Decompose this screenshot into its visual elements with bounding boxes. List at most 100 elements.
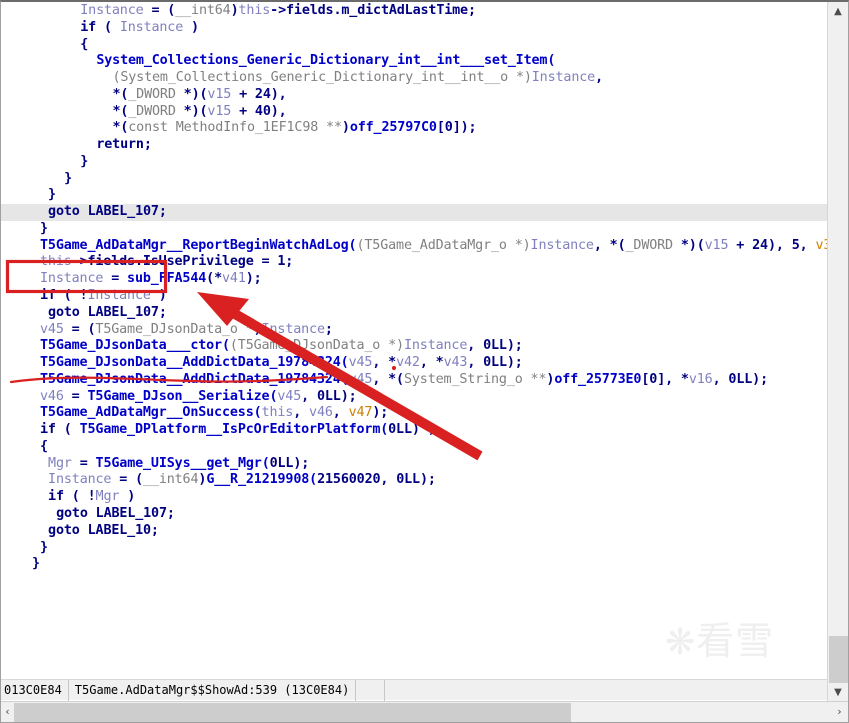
code-token: } — [48, 187, 56, 202]
code-line[interactable]: if ( T5Game_DPlatform__IsPcOrEditorPlatf… — [1, 422, 827, 439]
code-line[interactable]: v46 = T5Game_DJson__Serialize(v45, 0LL); — [1, 389, 827, 406]
code-token: } — [64, 171, 72, 186]
code-line[interactable]: if ( !Instance ) — [1, 288, 827, 305]
code-token: v46 — [309, 405, 333, 420]
code-line[interactable]: goto LABEL_107; — [1, 305, 827, 322]
code-token: ), — [768, 238, 792, 253]
code-token: v43 — [444, 355, 468, 370]
code-token: 0LL — [388, 422, 412, 437]
code-line[interactable]: *(_DWORD *)(v15 + 40), — [1, 104, 827, 121]
code-token: v47 — [349, 405, 373, 420]
code-line[interactable]: if ( Instance ) — [1, 20, 827, 37]
code-token: off_25773E0 — [554, 372, 641, 387]
code-token: , — [380, 472, 396, 487]
code-token: if — [48, 489, 64, 504]
code-token: _DWORD — [626, 238, 673, 253]
ida-pseudocode-window: Instance = (__int64)this->fields.m_dictA… — [0, 0, 849, 723]
code-line[interactable]: (System_Collections_Generic_Dictionary_i… — [1, 70, 827, 87]
code-line[interactable]: T5Game_DJsonData___ctor((T5Game_DJsonDat… — [1, 338, 827, 355]
horizontal-scrollbar[interactable]: ‹ › — [1, 701, 848, 722]
code-token: ); — [420, 472, 436, 487]
code-line[interactable]: return; — [1, 137, 827, 154]
code-token: *( — [112, 104, 128, 119]
code-line[interactable]: *(const MethodInfo_1EF1C98 **)off_25797C… — [1, 120, 827, 137]
code-line[interactable]: } — [1, 540, 827, 557]
code-line[interactable]: } — [1, 221, 827, 238]
code-token: if — [40, 288, 56, 303]
code-token: Instance — [531, 238, 594, 253]
code-token: 0 — [649, 372, 657, 387]
pseudocode-text-area[interactable]: Instance = (__int64)this->fields.m_dictA… — [1, 2, 827, 681]
code-token: , — [467, 338, 483, 353]
code-token: T5Game_UISys__get_Mgr( — [96, 456, 270, 471]
code-token: *)( — [176, 87, 208, 102]
code-token: 0 — [445, 120, 453, 135]
code-token: ; — [151, 523, 159, 538]
code-token: , — [713, 372, 729, 387]
code-token: *)( — [673, 238, 705, 253]
code-token: sub_FFA544 — [127, 271, 206, 286]
code-token: goto — [48, 305, 80, 320]
code-line[interactable]: Instance = (__int64)G__R_21219908(215600… — [1, 472, 827, 489]
code-line[interactable]: goto LABEL_10; — [1, 523, 827, 540]
code-token: (* — [206, 271, 222, 286]
code-token: T5Game_DJsonData___ctor( — [40, 338, 230, 353]
scroll-up-icon[interactable]: ▲ — [828, 2, 848, 21]
code-line[interactable]: v45 = (T5Game_DJsonData_o *)Instance; — [1, 322, 827, 339]
code-line[interactable]: System_Collections_Generic_Dictionary_in… — [1, 53, 827, 70]
code-line[interactable]: T5Game_AdDataMgr__OnSuccess(this, v46, v… — [1, 405, 827, 422]
code-token: T5Game_DPlatform__IsPcOrEditorPlatform( — [80, 422, 389, 437]
horizontal-scrollbar-thumb[interactable] — [14, 703, 571, 722]
code-line[interactable]: *(_DWORD *)(v15 + 24), — [1, 87, 827, 104]
code-line[interactable]: goto LABEL_107; — [1, 506, 827, 523]
code-line[interactable]: { — [1, 37, 827, 54]
code-token: (T5Game_AdDataMgr_o *) — [356, 238, 530, 253]
code-line[interactable]: T5Game_DJsonData__AddDictData_19784324(v… — [1, 372, 827, 389]
code-line[interactable]: { — [1, 439, 827, 456]
code-token: ->fields.m_dictAdLastTime; — [270, 3, 476, 18]
scroll-down-icon[interactable]: ▼ — [828, 683, 848, 702]
scroll-left-icon[interactable]: ‹ — [1, 702, 14, 722]
code-line[interactable]: Instance = (__int64)this->fields.m_dictA… — [1, 3, 827, 20]
code-line[interactable]: Instance = sub_FFA544(*v41); — [1, 271, 827, 288]
code-token: 0LL — [317, 389, 341, 404]
watermark-text: 看雪 — [696, 619, 774, 663]
code-token: 5 — [792, 238, 800, 253]
code-token: goto — [56, 506, 88, 521]
code-token — [88, 506, 96, 521]
code-token: ) — [231, 3, 239, 18]
code-token: = ( — [111, 472, 143, 487]
code-token: ]); — [453, 120, 477, 135]
code-token: 0LL — [728, 372, 752, 387]
code-line[interactable]: } — [1, 171, 827, 188]
code-token: Instance — [404, 338, 467, 353]
code-token: 0LL — [270, 456, 294, 471]
code-line[interactable]: if ( !Mgr ) — [1, 489, 827, 506]
code-token: Instance — [262, 322, 325, 337]
code-token: , — [467, 355, 483, 370]
code-token: ->fields.IsUsePrivilege = — [72, 254, 278, 269]
code-token: ); — [293, 456, 309, 471]
code-line[interactable]: Mgr = T5Game_UISys__get_Mgr(0LL); — [1, 456, 827, 473]
code-line[interactable]: } — [1, 187, 827, 204]
code-token: ); — [507, 355, 523, 370]
code-line[interactable]: T5Game_DJsonData__AddDictData_19784324(v… — [1, 355, 827, 372]
code-token: v46 — [40, 389, 64, 404]
code-token: ); — [507, 338, 523, 353]
code-token: ; — [159, 204, 167, 219]
code-line[interactable]: T5Game_AdDataMgr__ReportBeginWatchAdLog(… — [1, 238, 827, 255]
code-token: v38 — [815, 238, 827, 253]
code-line[interactable]: goto LABEL_107; — [1, 204, 827, 221]
vertical-scrollbar[interactable]: ▲ ▼ — [827, 2, 848, 702]
code-line[interactable]: } — [1, 154, 827, 171]
code-token: Instance — [48, 472, 111, 487]
scroll-right-icon[interactable]: › — [833, 702, 846, 722]
code-line[interactable]: } — [1, 556, 827, 573]
code-token: this — [262, 405, 294, 420]
code-line[interactable]: this->fields.IsUsePrivilege = 1; — [1, 254, 827, 271]
code-token: + — [231, 104, 255, 119]
code-token: = — [72, 456, 96, 471]
code-token: ( ! — [56, 288, 88, 303]
code-token: if — [40, 422, 56, 437]
code-token: } — [80, 154, 88, 169]
